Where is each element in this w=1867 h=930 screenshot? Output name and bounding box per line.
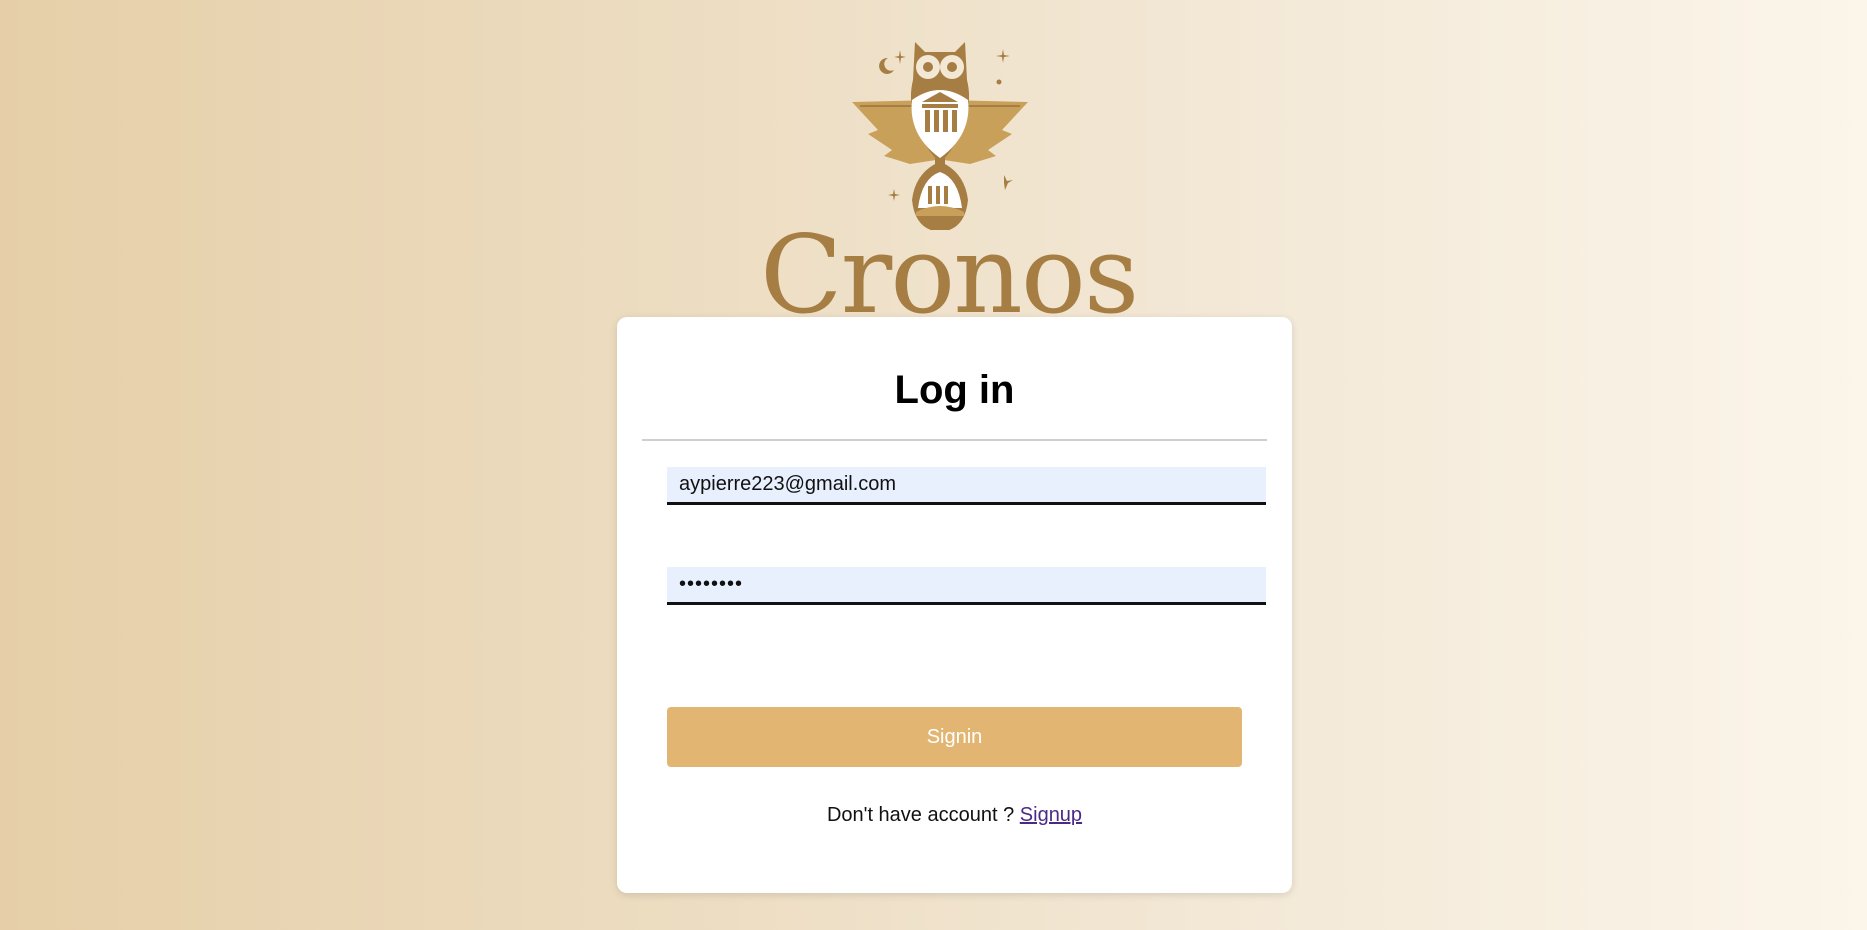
owl-hourglass-icon xyxy=(852,42,1028,230)
divider xyxy=(642,439,1267,441)
email-field[interactable] xyxy=(667,467,1266,505)
login-title: Log in xyxy=(894,368,1015,412)
signin-button[interactable]: Signin xyxy=(667,707,1242,767)
login-card: Log in Signin Don't have account ? Signu… xyxy=(617,317,1292,893)
signup-prompt: Don't have account ? Signup xyxy=(617,804,1292,827)
no-account-text: Don't have account ? xyxy=(826,804,1015,826)
brand-logo: Cronos xyxy=(760,40,1139,330)
signup-link[interactable]: Signup xyxy=(1020,804,1082,826)
password-field[interactable] xyxy=(667,567,1266,605)
brand-name: Cronos xyxy=(760,213,1139,338)
